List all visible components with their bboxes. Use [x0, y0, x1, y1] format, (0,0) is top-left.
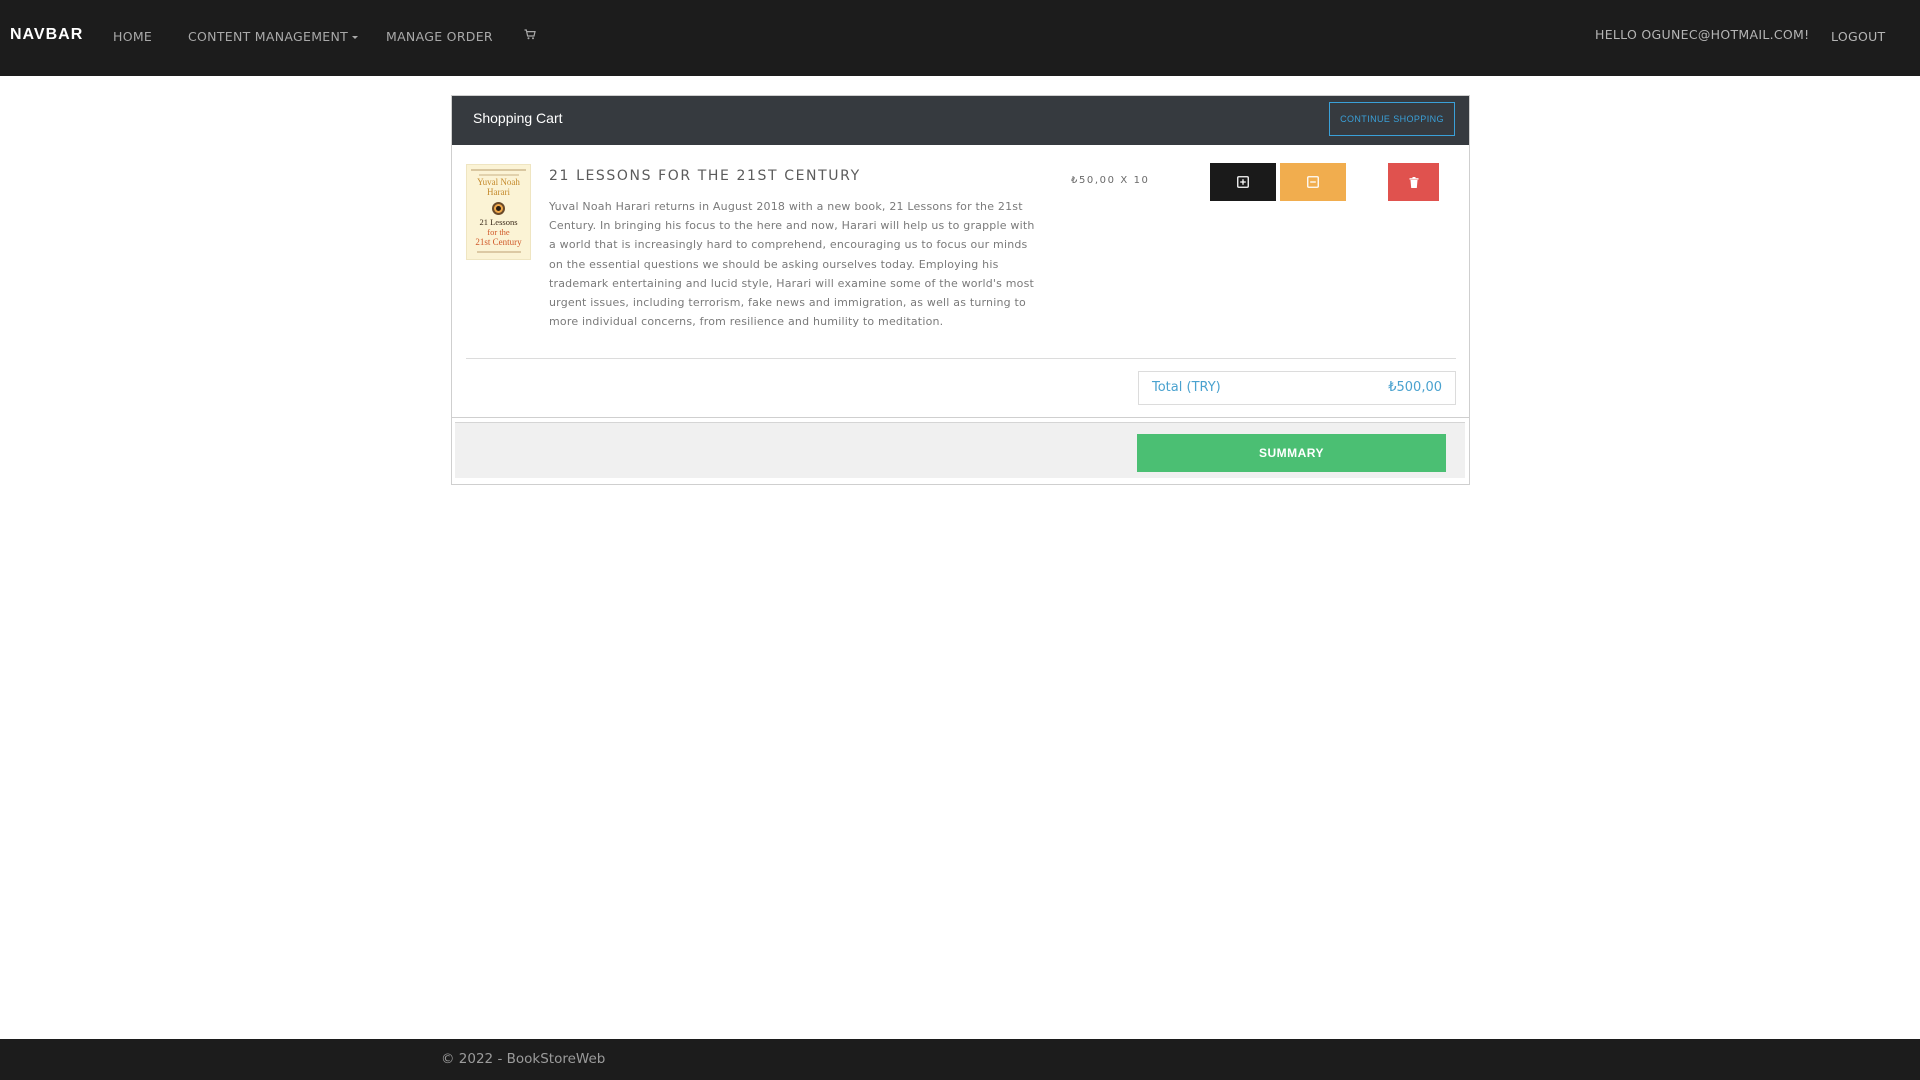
card-footer: SUMMARY	[452, 417, 1469, 484]
cover-title-line3: 21st Century	[475, 237, 522, 247]
cover-decoration	[477, 251, 521, 253]
summary-button[interactable]: SUMMARY	[1137, 434, 1446, 472]
page-footer: © 2022 - BookStoreWeb	[0, 1039, 1920, 1080]
cart-icon	[524, 29, 536, 40]
nav-home-link[interactable]: HOME	[113, 29, 152, 44]
nav-content-management-dropdown[interactable]: CONTENT MANAGEMENT	[188, 29, 359, 44]
caret-down-icon	[352, 36, 359, 39]
trash-icon	[1409, 176, 1418, 188]
nav-content-management-label: CONTENT MANAGEMENT	[188, 29, 349, 44]
cover-decoration	[471, 169, 526, 171]
total-summary: Total (TRY) ₺500,00	[1138, 371, 1456, 405]
book-title: 21 LESSONS FOR THE 21ST CENTURY	[549, 168, 861, 184]
card-header: Shopping Cart CONTINUE SHOPPING	[452, 96, 1469, 145]
minus-square-icon	[1307, 176, 1319, 188]
total-value: ₺500,00	[1388, 380, 1442, 395]
cover-title-line1: 21 Lessons	[479, 217, 518, 227]
copyright-text: © 2022 - BookStoreWeb	[441, 1051, 606, 1067]
plus-square-icon	[1237, 176, 1249, 188]
logout-link[interactable]: LOGOUT	[1831, 29, 1885, 44]
nav-cart-link[interactable]	[524, 28, 536, 43]
delete-item-button[interactable]	[1388, 163, 1439, 201]
navbar: NAVBAR HOME CONTENT MANAGEMENT MANAGE OR…	[0, 0, 1920, 76]
price-quantity: ₺50,00 X 10	[1071, 175, 1150, 186]
cover-title-line2: for the	[487, 227, 510, 237]
nav-manage-order-link[interactable]: MANAGE ORDER	[386, 29, 493, 44]
card-footer-panel: SUMMARY	[455, 422, 1465, 478]
shopping-cart-card: Shopping Cart CONTINUE SHOPPING Yuval No…	[451, 95, 1470, 485]
decrease-quantity-button[interactable]	[1280, 163, 1346, 201]
total-label: Total (TRY)	[1152, 380, 1221, 395]
cover-author: Yuval Noah Harari	[477, 177, 520, 197]
book-description: Yuval Noah Harari returns in August 2018…	[549, 200, 1035, 329]
cover-eye-graphic	[492, 202, 505, 215]
increase-quantity-button[interactable]	[1210, 163, 1276, 201]
cover-decoration	[479, 174, 519, 176]
navbar-brand[interactable]: NAVBAR	[10, 26, 83, 44]
continue-shopping-button[interactable]: CONTINUE SHOPPING	[1329, 102, 1455, 136]
user-greeting: HELLO OGUNEC@HOTMAIL.COM!	[1595, 27, 1810, 42]
card-title: Shopping Cart	[473, 110, 563, 126]
book-cover-image[interactable]: Yuval Noah Harari 21 Lessons for the 21s…	[466, 164, 531, 260]
divider	[466, 358, 1456, 359]
